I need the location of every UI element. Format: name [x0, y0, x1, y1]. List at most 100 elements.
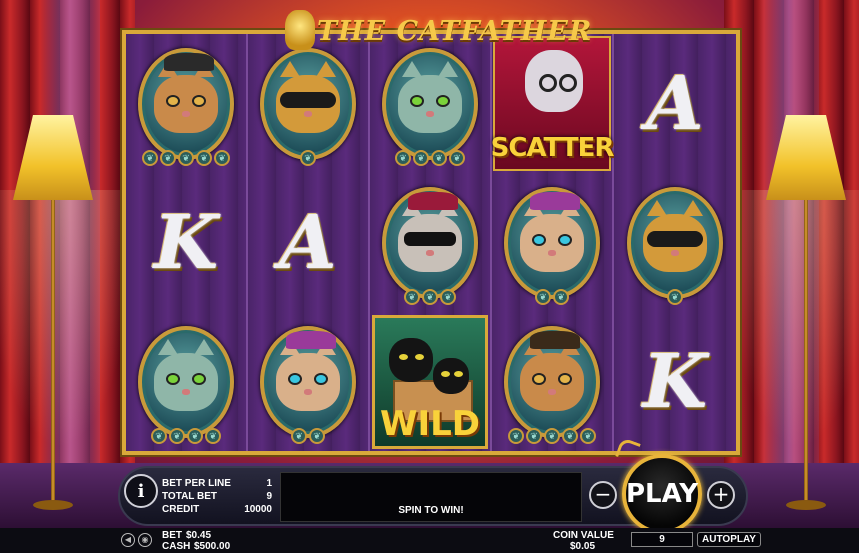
game-stage: ❦ ❦ ❦ ❦ ❦ K ❦ ❦ ❦ ❦ ❦ A ❦ ❦ ❦ ❦ ❦ ❦ ❦ ❦ ❦ WILD SCATTER ❦ ❦ ❦ ❦ ❦ ❦ ❦ A… — [0, 0, 859, 553]
footer-bet-value: $0.45 — [186, 530, 212, 541]
mouse-with-glasses-icon — [525, 50, 583, 112]
paw-badges: ❦ ❦ — [535, 288, 569, 305]
black-kitten-icon — [389, 337, 433, 382]
footer-bet-label: BET — [162, 530, 182, 541]
paw-badges: ❦ ❦ ❦ ❦ — [395, 149, 465, 166]
info-button[interactable]: i — [124, 474, 158, 508]
bandit-mask-icon — [647, 230, 703, 247]
reel-cell: ❦ ❦ ❦ ❦ ❦ — [492, 312, 612, 451]
paw-print-icon: ❦ — [431, 149, 447, 166]
reel-cell: ❦ ❦ — [248, 312, 368, 451]
autoplay-button[interactable]: AUTOPLAY — [697, 532, 761, 547]
hat-icon — [408, 191, 458, 210]
paw-print-icon: ❦ — [580, 427, 596, 444]
reel-cell: WILD — [370, 312, 490, 451]
paw-badges: ❦ ❦ ❦ ❦ — [151, 427, 221, 444]
paw-print-icon: ❦ — [291, 427, 307, 444]
total-bet-value: 9 — [266, 491, 272, 502]
play-button[interactable]: PLAY — [622, 454, 702, 534]
paw-print-icon: ❦ — [160, 149, 176, 166]
game-title: THE CATFATHER — [317, 16, 593, 47]
paw-print-icon: ❦ — [178, 149, 194, 166]
coin-value-label: COIN VALUE — [553, 530, 614, 541]
wild-symbol: WILD — [372, 314, 488, 449]
paw-print-icon: ❦ — [395, 149, 411, 166]
message-text: SPIN TO WIN! — [398, 505, 464, 516]
cat-tabby-green-symbol: ❦ ❦ ❦ ❦ — [382, 47, 478, 166]
sound-icon[interactable]: ◉ — [138, 533, 152, 547]
paw-print-icon: ❦ — [196, 149, 212, 166]
paw-print-icon: ❦ — [562, 427, 578, 444]
message-display: SPIN TO WIN! — [280, 472, 582, 522]
sunglasses-icon — [404, 231, 456, 246]
paw-print-icon: ❦ — [440, 288, 456, 305]
total-bet-label: TOTAL BET — [162, 491, 217, 502]
reel-cell: ❦ ❦ ❦ ❦ — [126, 312, 246, 451]
coin-value: $0.05 — [570, 541, 596, 552]
reel-cell: ❦ ❦ ❦ — [370, 173, 490, 312]
credit-label: CREDIT — [162, 504, 200, 515]
cat-masked-orange-symbol: ❦ — [260, 47, 356, 166]
paw-print-icon: ❦ — [187, 427, 203, 444]
hat-icon — [164, 52, 214, 71]
game-logo: THE CATFATHER — [285, 10, 591, 50]
reel-cell: A — [614, 34, 736, 173]
reel-cell: SCATTER — [491, 34, 614, 173]
paw-print-icon: ❦ — [667, 288, 683, 305]
cat-face-icon — [398, 191, 462, 272]
reel-cell: K — [126, 173, 246, 312]
paw-print-icon: ❦ — [300, 149, 316, 166]
paw-print-icon: ❦ — [526, 427, 542, 444]
reel-4: SCATTER ❦ ❦ ❦ ❦ ❦ ❦ ❦ — [491, 34, 614, 451]
cat-tabby-green-symbol: ❦ ❦ ❦ ❦ — [138, 325, 234, 444]
cat-face-icon — [154, 338, 218, 411]
cat-face-icon — [154, 52, 218, 133]
lines-selector[interactable]: 9 — [631, 532, 693, 547]
left-floor-lamp — [8, 115, 98, 510]
paw-print-icon: ❦ — [142, 149, 158, 166]
increase-bet-button[interactable]: + — [707, 481, 735, 509]
reel-5: A ❦ K — [614, 34, 736, 451]
footer-cash-label: CASH — [162, 541, 191, 552]
cat-monocle-bowler-symbol: ❦ ❦ ❦ ❦ ❦ — [138, 47, 234, 166]
cat-monocle-bowler-symbol: ❦ ❦ ❦ ❦ ❦ — [504, 325, 600, 444]
credit-value: 10000 — [244, 504, 272, 515]
hat-icon — [530, 330, 580, 349]
reel-cell: A — [248, 173, 368, 312]
hat-icon — [286, 330, 336, 349]
letter-symbol: A — [279, 199, 337, 286]
reel-cell: ❦ ❦ ❦ ❦ ❦ — [126, 34, 246, 173]
cat-face-icon — [643, 199, 707, 272]
cat-siamese-beret-symbol: ❦ ❦ — [504, 186, 600, 305]
paw-print-icon: ❦ — [422, 288, 438, 305]
right-floor-lamp — [761, 115, 851, 510]
reel-cell: ❦ ❦ ❦ ❦ — [370, 34, 490, 173]
paw-print-icon: ❦ — [553, 288, 569, 305]
reel-3: ❦ ❦ ❦ ❦ ❦ ❦ ❦ WILD — [370, 34, 492, 451]
paw-badges: ❦ ❦ — [291, 427, 325, 444]
paw-badges: ❦ ❦ ❦ — [404, 288, 456, 305]
decrease-bet-button[interactable]: − — [589, 481, 617, 509]
paw-badges: ❦ ❦ ❦ ❦ ❦ — [508, 427, 596, 444]
paw-badges: ❦ ❦ ❦ ❦ ❦ — [142, 149, 230, 166]
cat-shades-cap-symbol: ❦ ❦ ❦ — [382, 186, 478, 305]
footer-cash-value: $500.00 — [194, 541, 231, 552]
back-arrow-icon[interactable]: ◀ — [121, 533, 135, 547]
cat-face-icon — [398, 60, 462, 133]
paw-badges: ❦ — [667, 288, 683, 305]
paw-print-icon: ❦ — [214, 149, 230, 166]
bet-per-line-value: 1 — [266, 478, 272, 489]
black-kitten-icon — [433, 357, 469, 394]
cat-face-icon — [276, 60, 340, 133]
paw-print-icon: ❦ — [508, 427, 524, 444]
reel-1: ❦ ❦ ❦ ❦ ❦ K ❦ ❦ ❦ ❦ — [126, 34, 248, 451]
reel-cell: K — [614, 312, 736, 451]
paw-badges: ❦ — [300, 149, 316, 166]
letter-symbol: K — [642, 338, 708, 425]
bandit-mask-icon — [280, 91, 336, 108]
scatter-symbol: SCATTER — [491, 36, 614, 171]
mouse-crest-icon — [285, 10, 315, 50]
reel-cell: ❦ — [614, 173, 736, 312]
paw-print-icon: ❦ — [544, 427, 560, 444]
reel-cell: ❦ — [248, 34, 368, 173]
